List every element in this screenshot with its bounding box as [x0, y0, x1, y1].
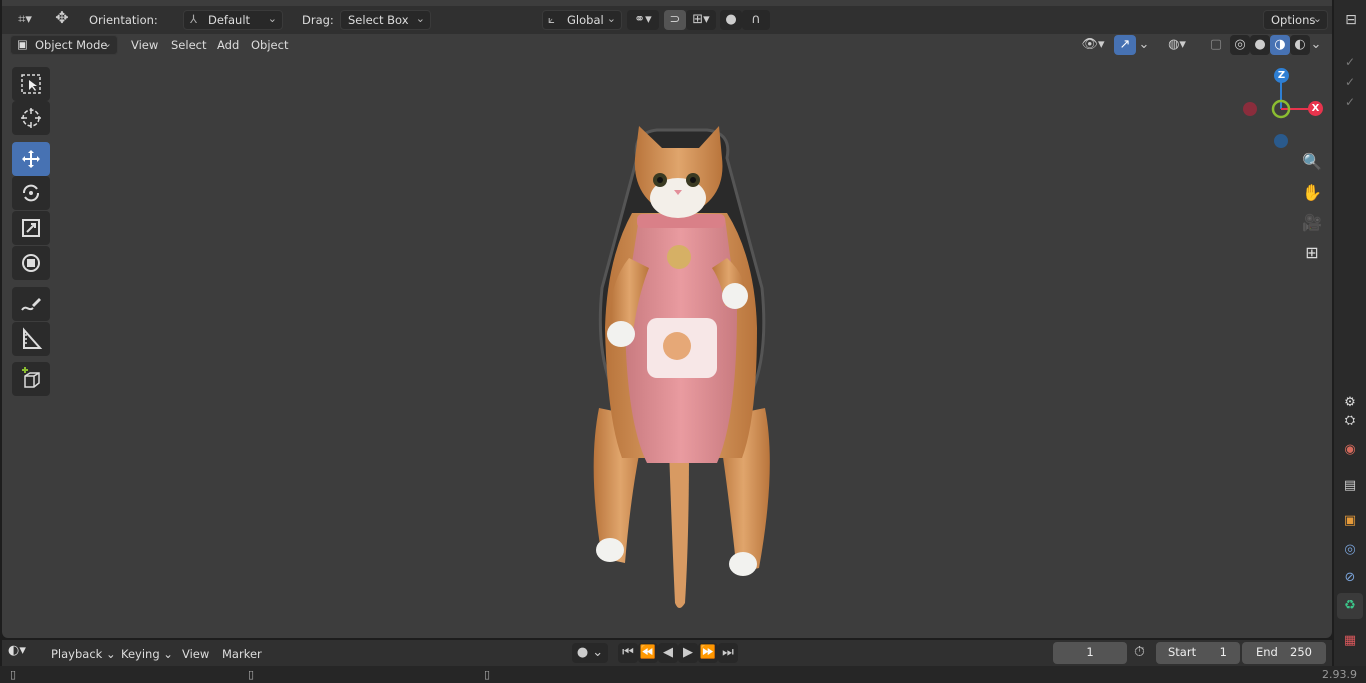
- xray-icon[interactable]: ▢: [1205, 35, 1227, 55]
- camera-view-icon[interactable]: 🎥: [1297, 208, 1327, 238]
- perspective-grid-icon[interactable]: ⊞: [1297, 238, 1327, 268]
- version-label: 2.93.9: [1322, 668, 1357, 681]
- orientation-label: Orientation:: [89, 13, 158, 27]
- mode-value: Object Mode: [35, 38, 108, 52]
- proportional-edit-icon[interactable]: ●: [720, 10, 742, 30]
- mode-dropdown[interactable]: ▣ Object Mode ⌄: [10, 35, 118, 55]
- status-bar: [0, 666, 1366, 683]
- snap-icon[interactable]: ⊃: [664, 10, 686, 30]
- menu-playback-label: Playback: [51, 647, 103, 661]
- orientation-dropdown[interactable]: ⅄ Default ⌄: [183, 10, 283, 30]
- pivot-point-icon[interactable]: ⚭▾: [627, 10, 659, 30]
- current-frame-field[interactable]: 1: [1053, 642, 1127, 664]
- measure-tool[interactable]: [12, 322, 50, 356]
- wireframe-shading-icon[interactable]: ◎: [1230, 35, 1250, 55]
- end-value: 250: [1290, 645, 1312, 659]
- drag-dropdown[interactable]: Select Box ⌄: [340, 10, 431, 30]
- visibility-icon[interactable]: 👁▾: [1077, 35, 1109, 55]
- move-tool[interactable]: [12, 142, 50, 176]
- options-label: Options: [1271, 13, 1316, 27]
- jump-next-keyframe-icon[interactable]: ⏩: [698, 643, 718, 663]
- annotate-tool[interactable]: [12, 287, 50, 321]
- solid-shading-icon[interactable]: ●: [1250, 35, 1270, 55]
- axis-icon: ⅄: [190, 12, 198, 26]
- transform-orientation-dropdown[interactable]: ⟀ Global ⌄: [542, 10, 622, 30]
- world-properties-icon[interactable]: ◉: [1337, 437, 1363, 463]
- jump-start-icon[interactable]: ⏮: [618, 643, 638, 663]
- shading-dropdown-icon[interactable]: ⌄: [1308, 35, 1324, 55]
- falloff-icon[interactable]: ∩: [742, 10, 770, 30]
- drag-value: Select Box: [348, 13, 409, 27]
- mouse-left-icon: ▯: [10, 668, 17, 681]
- rotate-tool[interactable]: [12, 176, 50, 210]
- menu-keying[interactable]: Keying ⌄: [117, 645, 177, 663]
- jump-end-icon[interactable]: ⏭: [718, 643, 738, 663]
- outliner-editor-icon[interactable]: ⊟: [1338, 6, 1364, 34]
- mouse-middle-icon: ▯: [248, 668, 255, 681]
- physics-properties-icon[interactable]: ◎: [1337, 537, 1363, 563]
- menu-playback[interactable]: Playback ⌄: [47, 645, 120, 663]
- move-tool-icon: ✥: [55, 8, 69, 27]
- menu-select[interactable]: Select: [167, 36, 210, 54]
- overlays-icon[interactable]: ◍▾: [1160, 35, 1194, 55]
- orientation-value: Default: [208, 13, 251, 27]
- pan-hand-icon[interactable]: ✋: [1297, 178, 1327, 208]
- material-shading-icon[interactable]: ◑: [1270, 35, 1290, 55]
- rendered-shading-icon[interactable]: ◐: [1290, 35, 1310, 55]
- stopwatch-icon[interactable]: ⏱: [1134, 644, 1154, 664]
- render-properties-icon[interactable]: ⛭: [1337, 408, 1363, 434]
- zoom-icon[interactable]: 🔍: [1297, 147, 1327, 177]
- gizmo-z-axis[interactable]: Z: [1274, 68, 1289, 83]
- menu-view[interactable]: View: [127, 36, 162, 54]
- menu-keying-label: Keying: [121, 647, 160, 661]
- outliner-filter-icons: ✓ ✓ ✓: [1344, 55, 1356, 109]
- collection-properties-icon[interactable]: ▤: [1337, 473, 1363, 499]
- start-value: 1: [1219, 645, 1227, 659]
- menu-timeline-view[interactable]: View: [178, 645, 213, 663]
- constraints-properties-icon[interactable]: ⊘: [1337, 565, 1363, 591]
- mouse-right-icon: ▯: [484, 668, 491, 681]
- object-mode-icon: ▣: [17, 37, 28, 51]
- play-reverse-icon[interactable]: ◀: [658, 643, 678, 663]
- select-box-tool[interactable]: [12, 67, 50, 101]
- gizmo-toggle-icon[interactable]: ↗: [1114, 35, 1136, 55]
- snap-target-icon[interactable]: ⊞▾: [686, 10, 716, 30]
- menu-add[interactable]: Add: [213, 36, 243, 54]
- global-axis-icon: ⟀: [548, 12, 555, 26]
- 3d-viewport[interactable]: ⌗▾ ✥ Orientation: ⅄ Default ⌄ Drag: Selec…: [2, 0, 1332, 638]
- record-keyframe-icon[interactable]: ● ⌄: [572, 643, 608, 663]
- object-properties-icon[interactable]: ▣: [1337, 508, 1363, 534]
- gizmo-x-axis[interactable]: X: [1308, 101, 1323, 116]
- jump-prev-keyframe-icon[interactable]: ⏪: [638, 643, 658, 663]
- end-label: End: [1256, 645, 1278, 659]
- transform-orientation-value: Global: [567, 13, 604, 27]
- add-cube-tool[interactable]: [12, 362, 50, 396]
- start-frame-field[interactable]: Start 1: [1156, 642, 1240, 664]
- navigation-gizmo[interactable]: Z X: [1242, 66, 1330, 154]
- options-dropdown[interactable]: Options ⌄: [1263, 10, 1328, 30]
- scale-tool[interactable]: [12, 211, 50, 245]
- menu-marker[interactable]: Marker: [218, 645, 266, 663]
- editor-type-icon[interactable]: ⌗▾: [10, 10, 40, 30]
- timeline-editor-icon[interactable]: ◐▾: [8, 643, 40, 663]
- play-icon[interactable]: ▶: [678, 643, 698, 663]
- cat-model[interactable]: [577, 118, 787, 613]
- data-properties-icon[interactable]: ♻: [1337, 593, 1363, 619]
- transform-tool[interactable]: [12, 246, 50, 280]
- start-label: Start: [1168, 645, 1197, 659]
- gizmo-dropdown-icon[interactable]: ⌄: [1136, 35, 1152, 55]
- menu-object[interactable]: Object: [247, 36, 292, 54]
- texture-properties-icon[interactable]: ▦: [1337, 628, 1363, 654]
- cursor-tool[interactable]: [12, 101, 50, 135]
- end-frame-field[interactable]: End 250: [1242, 642, 1326, 664]
- drag-label: Drag:: [302, 13, 334, 27]
